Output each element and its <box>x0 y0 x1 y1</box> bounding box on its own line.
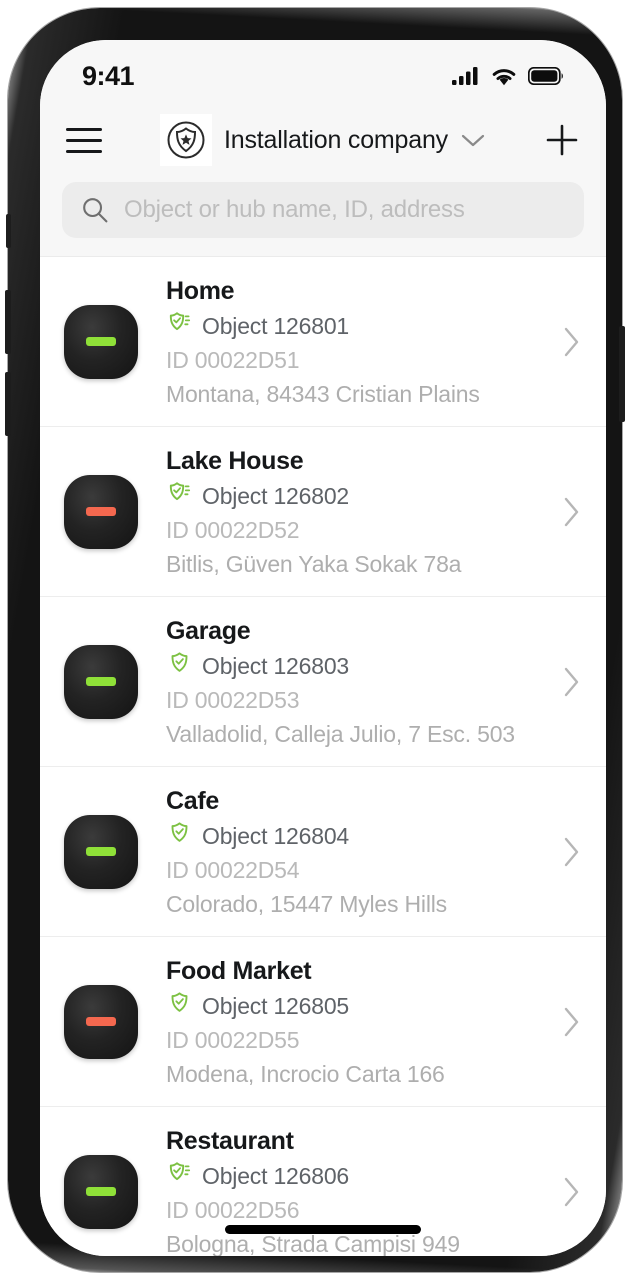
chevron-right-icon[interactable] <box>544 664 584 700</box>
battery-full-icon <box>528 67 563 85</box>
status-time: 9:41 <box>82 60 135 91</box>
object-status: Object 126802 <box>166 480 544 512</box>
chevron-right-icon[interactable] <box>544 1004 584 1040</box>
search-bar-container: Object or hub name, ID, address <box>40 178 606 257</box>
mute-switch[interactable] <box>6 214 11 248</box>
status-bar: 9:41 <box>40 40 606 102</box>
chevron-right-icon[interactable] <box>544 834 584 870</box>
object-name: Home <box>166 277 235 305</box>
object-id: ID 00022D51 <box>166 347 300 373</box>
shield-check-motion-icon <box>166 310 193 342</box>
shield-check-icon <box>166 650 193 682</box>
app-header: Installation company <box>40 102 606 178</box>
object-list-item[interactable]: Food Market Object 126805 ID 00022D55 Mo… <box>40 937 606 1107</box>
object-info: Food Market Object 126805 ID 00022D55 Mo… <box>166 955 544 1088</box>
object-name: Restaurant <box>166 1127 294 1155</box>
add-object-button[interactable] <box>540 118 584 162</box>
chevron-right-icon[interactable] <box>544 324 584 360</box>
object-status: Object 126804 <box>166 820 544 852</box>
home-indicator <box>225 1225 421 1234</box>
object-status: Object 126803 <box>166 650 544 682</box>
object-info: Home Object 126801 ID 00022D51 Montana, … <box>166 275 544 408</box>
hamburger-line <box>66 149 102 153</box>
search-placeholder: Object or hub name, ID, address <box>124 196 465 223</box>
shield-check-motion-icon <box>166 480 193 512</box>
hub-led-indicator <box>86 1187 116 1196</box>
shield-check-icon <box>166 820 193 852</box>
object-info: Cafe Object 126804 ID 00022D54 Colorado,… <box>166 785 544 918</box>
status-icons <box>452 66 564 86</box>
hub-led-indicator <box>86 507 116 516</box>
object-list-item[interactable]: Garage Object 126803 ID 00022D53 Vallado… <box>40 597 606 767</box>
object-list-item[interactable]: Home Object 126801 ID 00022D51 Montana, … <box>40 257 606 427</box>
hub-led-indicator <box>86 1017 116 1026</box>
shield-star-logo-icon <box>160 114 213 166</box>
object-info: Restaurant Object 126806 ID 00022D56 Bol… <box>166 1125 544 1256</box>
phone-frame: 9:41 Installation company Object or hub … <box>5 8 625 1272</box>
hub-device-icon <box>64 1154 138 1229</box>
object-address: Montana, 84343 Cristian Plains <box>166 381 480 407</box>
search-icon <box>83 198 108 223</box>
object-address: Valladolid, Calleja Julio, 7 Esc. 503 <box>166 721 515 747</box>
object-number: Object 126806 <box>202 1162 350 1189</box>
object-name: Lake House <box>166 447 304 475</box>
power-button[interactable] <box>619 326 625 422</box>
object-address: Bologna, Strada Campisi 949 <box>166 1231 460 1256</box>
object-id: ID 00022D56 <box>166 1197 300 1223</box>
org-selector[interactable]: Installation company <box>106 114 540 166</box>
volume-down-button[interactable] <box>5 372 11 436</box>
object-name: Food Market <box>166 957 312 985</box>
hub-led-indicator <box>86 677 116 686</box>
object-id: ID 00022D53 <box>166 687 300 713</box>
object-status: Object 126801 <box>166 310 544 342</box>
phone-screen: 9:41 Installation company Object or hub … <box>40 40 606 1256</box>
search-input[interactable]: Object or hub name, ID, address <box>62 182 584 238</box>
cellular-bars-icon <box>452 67 478 85</box>
object-name: Garage <box>166 617 251 645</box>
object-number: Object 126802 <box>202 482 350 509</box>
hub-device-icon <box>64 814 138 889</box>
object-status: Object 126805 <box>166 990 544 1022</box>
hamburger-menu-icon[interactable] <box>62 118 106 162</box>
org-name: Installation company <box>224 125 448 154</box>
object-id: ID 00022D55 <box>166 1027 300 1053</box>
object-info: Garage Object 126803 ID 00022D53 Vallado… <box>166 615 544 748</box>
chevron-down-icon[interactable] <box>460 132 486 148</box>
hub-device-icon <box>64 644 138 719</box>
hamburger-line <box>66 138 102 142</box>
object-id: ID 00022D54 <box>166 857 300 883</box>
object-address: Bitlis, Güven Yaka Sokak 78a <box>166 551 462 577</box>
hub-device-icon <box>64 304 138 379</box>
chevron-right-icon[interactable] <box>544 494 584 530</box>
hub-device-icon <box>64 474 138 549</box>
object-number: Object 126804 <box>202 822 350 849</box>
volume-up-button[interactable] <box>5 290 11 354</box>
wifi-icon <box>492 68 516 85</box>
shield-check-icon <box>166 990 193 1022</box>
object-id: ID 00022D52 <box>166 517 300 543</box>
hub-device-icon <box>64 984 138 1059</box>
object-number: Object 126803 <box>202 652 350 679</box>
object-name: Cafe <box>166 787 219 815</box>
chevron-right-icon[interactable] <box>544 1174 584 1210</box>
object-list: Home Object 126801 ID 00022D51 Montana, … <box>40 257 606 1256</box>
object-list-item[interactable]: Cafe Object 126804 ID 00022D54 Colorado,… <box>40 767 606 937</box>
object-number: Object 126801 <box>202 312 350 339</box>
object-status: Object 126806 <box>166 1160 544 1192</box>
hub-led-indicator <box>86 337 116 346</box>
hub-led-indicator <box>86 847 116 856</box>
object-address: Modena, Incrocio Carta 166 <box>166 1061 445 1087</box>
object-address: Colorado, 15447 Myles Hills <box>166 891 447 917</box>
hamburger-line <box>66 127 102 131</box>
plus-icon <box>546 124 578 156</box>
object-number: Object 126805 <box>202 992 350 1019</box>
shield-check-motion-icon <box>166 1160 193 1192</box>
object-info: Lake House Object 126802 ID 00022D52 Bit… <box>166 445 544 578</box>
object-list-item[interactable]: Lake House Object 126802 ID 00022D52 Bit… <box>40 427 606 597</box>
